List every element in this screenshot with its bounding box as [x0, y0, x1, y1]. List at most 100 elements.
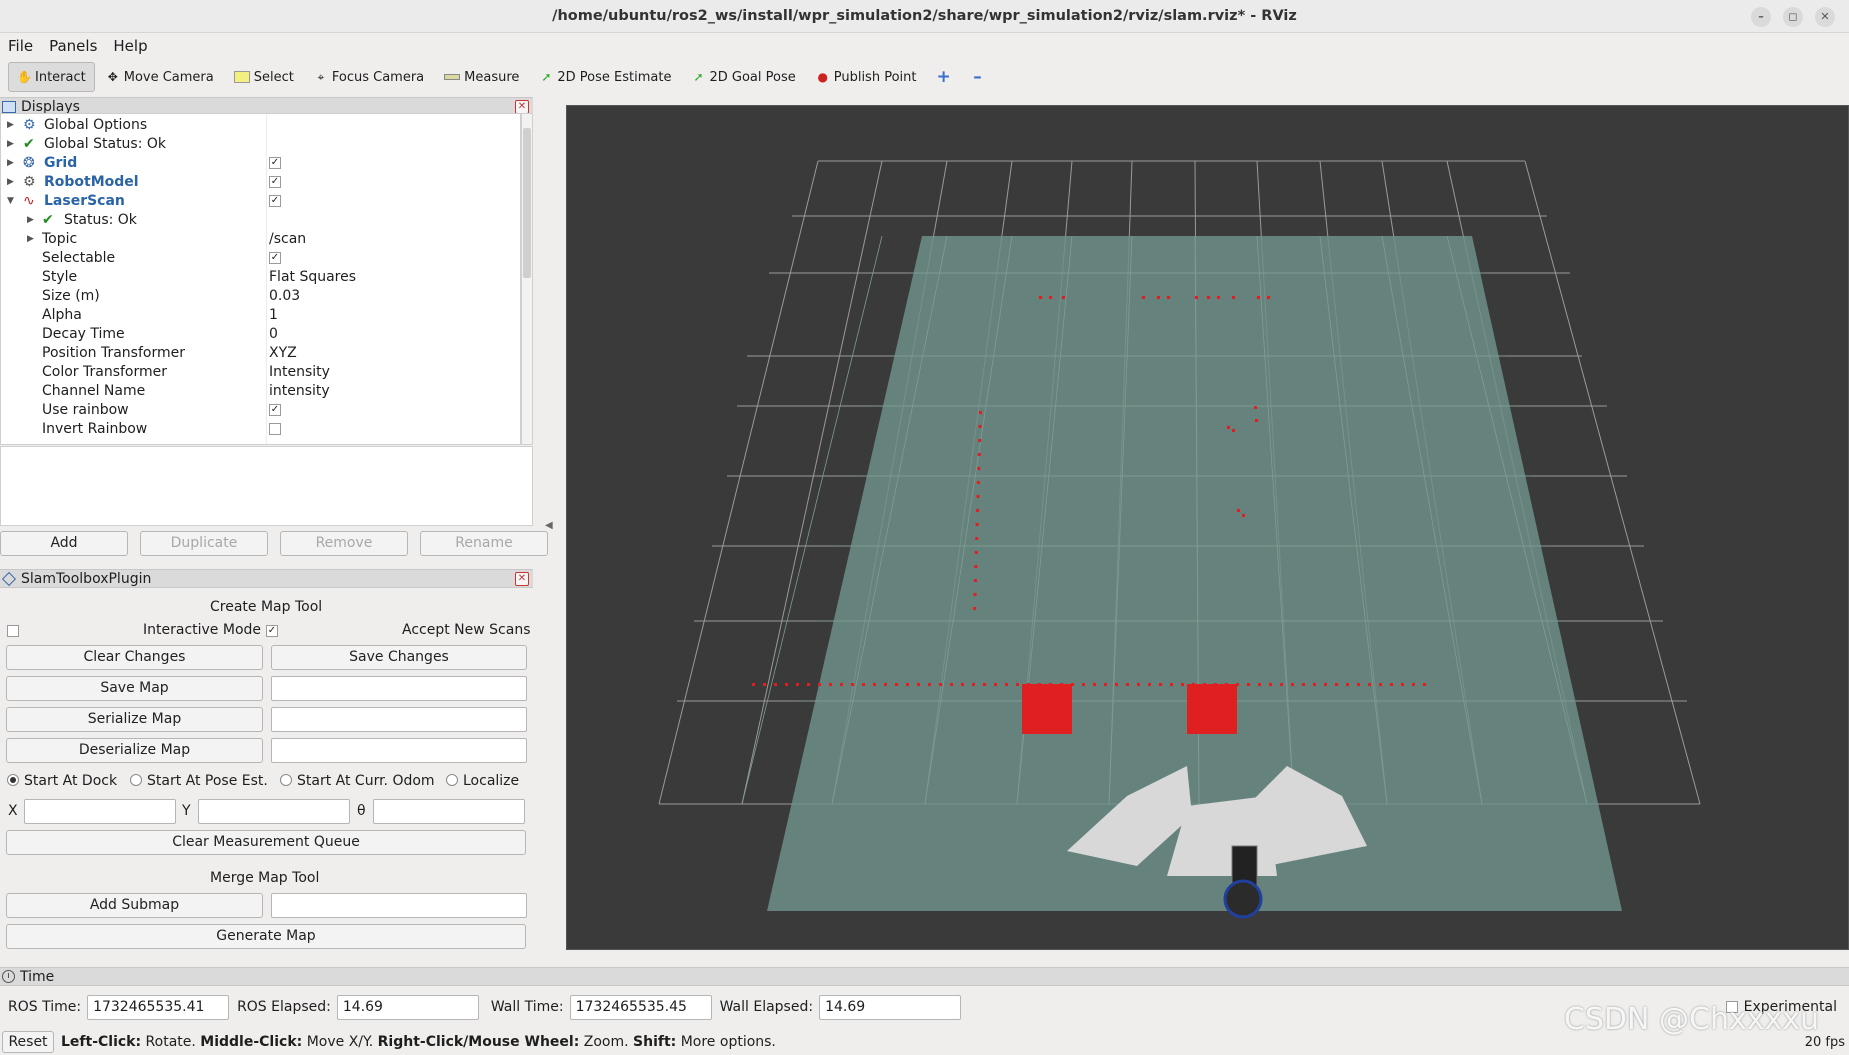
scan-point: [1142, 296, 1145, 299]
deserialize-map-field[interactable]: [271, 738, 527, 763]
prop-value[interactable]: intensity: [269, 382, 330, 401]
clear-measurement-queue-button[interactable]: Clear Measurement Queue: [6, 830, 526, 855]
menu-file[interactable]: File: [8, 37, 33, 55]
save-changes-button[interactable]: Save Changes: [271, 645, 527, 670]
add-tool-button[interactable]: +: [927, 62, 959, 92]
prop-value[interactable]: 1: [269, 306, 278, 325]
ros-time-field[interactable]: 1732465535.41: [87, 994, 230, 1020]
interact-label: Interact: [35, 69, 86, 85]
y-input[interactable]: [198, 799, 350, 824]
clear-changes-button[interactable]: Clear Changes: [6, 645, 263, 670]
3d-viewport[interactable]: [566, 105, 1849, 950]
tree-row-status[interactable]: ▶ ✔ Status: Ok: [1, 211, 520, 230]
prop-checkbox[interactable]: [269, 420, 281, 439]
prop-value[interactable]: /scan: [269, 230, 306, 249]
goal-pose-tool[interactable]: ➚ 2D Goal Pose: [682, 62, 804, 92]
prop-value[interactable]: XYZ: [269, 344, 297, 363]
localize-label: Localize: [463, 773, 520, 789]
tree-row-global-options[interactable]: ▶ ⚙ Global Options: [1, 116, 520, 135]
minimize-icon[interactable]: –: [1751, 7, 1771, 27]
expand-icon[interactable]: ▶: [7, 173, 14, 192]
serialize-map-field[interactable]: [271, 707, 527, 732]
x-input[interactable]: [24, 799, 176, 824]
serialize-map-button[interactable]: Serialize Map: [6, 707, 263, 732]
tree-row-channel-name[interactable]: Channel Name intensity: [1, 382, 520, 401]
tree-row-invert-rainbow[interactable]: Invert Rainbow: [1, 420, 520, 439]
add-submap-field[interactable]: [271, 893, 527, 918]
laser-scan-enabled-checkbox[interactable]: ✓: [269, 192, 281, 211]
expand-icon[interactable]: ▶: [7, 154, 14, 173]
displays-tree[interactable]: ▶ ⚙ Global Options ▶ ✔ Global Status: Ok…: [0, 113, 521, 445]
remove-button[interactable]: Remove: [280, 531, 408, 556]
interact-tool[interactable]: ✋ Interact: [8, 62, 95, 92]
add-submap-button[interactable]: Add Submap: [6, 893, 263, 918]
displays-scrollbar[interactable]: [521, 113, 533, 445]
expand-icon[interactable]: ▶: [27, 230, 34, 249]
move-camera-tool[interactable]: ✥ Move Camera: [97, 62, 223, 92]
prop-checkbox[interactable]: ✓: [269, 401, 281, 420]
tree-row-position-transformer[interactable]: Position Transformer XYZ: [1, 344, 520, 363]
menu-panels[interactable]: Panels: [49, 37, 97, 55]
wall-elapsed-field[interactable]: 14.69: [819, 994, 962, 1020]
scan-point: [1104, 683, 1107, 686]
right-click-desc: Zoom.: [579, 1034, 634, 1050]
start-at-odom-radio[interactable]: Start At Curr. Odom: [280, 773, 435, 789]
help-text: Left-Click: Rotate. Middle-Click: Move X…: [61, 1034, 776, 1050]
theta-input[interactable]: [373, 799, 525, 824]
blank-checkbox[interactable]: [7, 623, 19, 639]
interactive-mode-checkbox[interactable]: ✓: [266, 623, 278, 639]
tree-row-style[interactable]: Style Flat Squares: [1, 268, 520, 287]
prop-value[interactable]: 0.03: [269, 287, 300, 306]
collapse-left-icon[interactable]: ◀: [545, 520, 553, 531]
time-panel-header: Time: [0, 967, 1849, 986]
remove-tool-button[interactable]: –: [961, 62, 993, 92]
generate-map-button[interactable]: Generate Map: [6, 924, 526, 949]
tree-row-size[interactable]: Size (m) 0.03: [1, 287, 520, 306]
wall-time-field[interactable]: 1732465535.45: [569, 994, 712, 1020]
prop-value[interactable]: 0: [269, 325, 278, 344]
scene-canvas[interactable]: [567, 106, 1849, 950]
rename-button[interactable]: Rename: [420, 531, 548, 556]
ros-elapsed-field[interactable]: 14.69: [336, 994, 479, 1020]
localize-radio[interactable]: Localize: [446, 773, 519, 789]
start-at-pose-radio[interactable]: Start At Pose Est.: [130, 773, 268, 789]
close-panel-icon[interactable]: ✕: [515, 572, 529, 586]
tree-row-alpha[interactable]: Alpha 1: [1, 306, 520, 325]
pose-estimate-tool[interactable]: ➚ 2D Pose Estimate: [530, 62, 680, 92]
measure-tool[interactable]: Measure: [435, 62, 528, 92]
expand-icon[interactable]: ▶: [27, 211, 34, 230]
tree-row-use-rainbow[interactable]: Use rainbow ✓: [1, 401, 520, 420]
tree-row-robot-model[interactable]: ▶ ⚙ RobotModel ✓: [1, 173, 520, 192]
add-button[interactable]: Add: [0, 531, 128, 556]
prop-checkbox[interactable]: ✓: [269, 249, 281, 268]
prop-value[interactable]: Flat Squares: [269, 268, 356, 287]
tree-row-grid[interactable]: ▶ ❂ Grid ✓: [1, 154, 520, 173]
save-map-field[interactable]: [271, 676, 527, 701]
close-icon[interactable]: ✕: [1815, 7, 1835, 27]
save-map-button[interactable]: Save Map: [6, 676, 263, 701]
tree-row-decay-time[interactable]: Decay Time 0: [1, 325, 520, 344]
tree-row-global-status[interactable]: ▶ ✔ Global Status: Ok: [1, 135, 520, 154]
scan-point: [977, 453, 981, 456]
prop-value[interactable]: Intensity: [269, 363, 330, 382]
scrollbar-thumb[interactable]: [523, 128, 531, 278]
focus-camera-tool[interactable]: ⌖ Focus Camera: [305, 62, 433, 92]
publish-point-tool[interactable]: ● Publish Point: [807, 62, 926, 92]
deserialize-map-button[interactable]: Deserialize Map: [6, 738, 263, 763]
close-panel-icon[interactable]: ✕: [515, 100, 529, 114]
start-at-dock-radio[interactable]: Start At Dock: [7, 773, 117, 789]
collapse-icon[interactable]: ▼: [7, 192, 14, 211]
maximize-icon[interactable]: ◻: [1783, 7, 1803, 27]
tree-row-color-transformer[interactable]: Color Transformer Intensity: [1, 363, 520, 382]
menu-help[interactable]: Help: [113, 37, 147, 55]
duplicate-button[interactable]: Duplicate: [140, 531, 268, 556]
tree-row-laser-scan[interactable]: ▼ ∿ LaserScan ✓: [1, 192, 520, 211]
expand-icon[interactable]: ▶: [7, 135, 14, 154]
expand-icon[interactable]: ▶: [7, 116, 14, 135]
reset-button[interactable]: Reset: [2, 1031, 54, 1053]
select-tool[interactable]: Select: [225, 62, 303, 92]
robot-model-enabled-checkbox[interactable]: ✓: [269, 173, 281, 192]
tree-row-topic[interactable]: ▶ Topic /scan: [1, 230, 520, 249]
grid-enabled-checkbox[interactable]: ✓: [269, 154, 281, 173]
tree-row-selectable[interactable]: Selectable ✓: [1, 249, 520, 268]
